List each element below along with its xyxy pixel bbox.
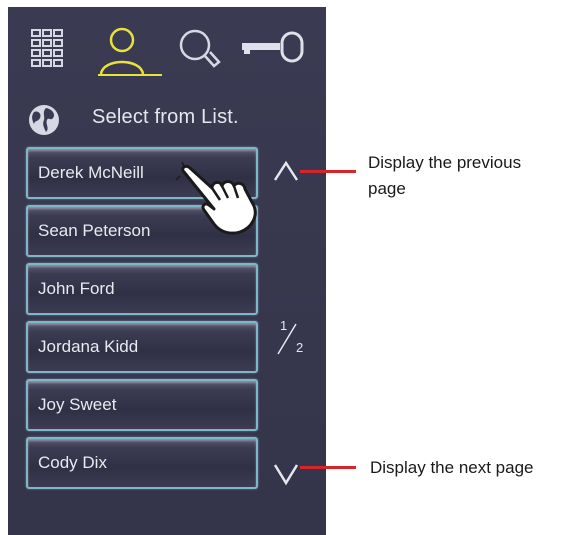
previous-page-button[interactable] — [272, 160, 300, 182]
current-page: 1 — [280, 318, 288, 333]
list-item[interactable]: Jordana Kidd — [26, 321, 258, 373]
previous-callout-line1: Display the previous — [368, 153, 522, 172]
previous-callout-text: Display the previous page — [368, 150, 521, 202]
globe-icon — [26, 102, 62, 138]
key-icon[interactable] — [240, 30, 308, 64]
previous-callout-line2: page — [368, 179, 406, 198]
next-callout-text: Display the next page — [370, 458, 534, 477]
next-callout-line — [300, 466, 356, 469]
person-icon[interactable] — [96, 26, 148, 78]
list-item[interactable]: Cody Dix — [26, 437, 258, 489]
tap-hand-icon — [174, 161, 266, 236]
keypad-icon[interactable] — [30, 28, 64, 72]
list-item[interactable]: Joy Sweet — [26, 379, 258, 431]
search-icon[interactable] — [178, 28, 226, 76]
next-page-button[interactable] — [272, 462, 300, 486]
total-pages: 2 — [296, 340, 304, 355]
page-indicator: 1 2 — [272, 318, 316, 358]
select-from-list-label: Select from List. — [92, 106, 239, 128]
list-item[interactable]: John Ford — [26, 263, 258, 315]
active-tab-indicator — [98, 74, 162, 76]
previous-callout-line — [300, 170, 356, 173]
